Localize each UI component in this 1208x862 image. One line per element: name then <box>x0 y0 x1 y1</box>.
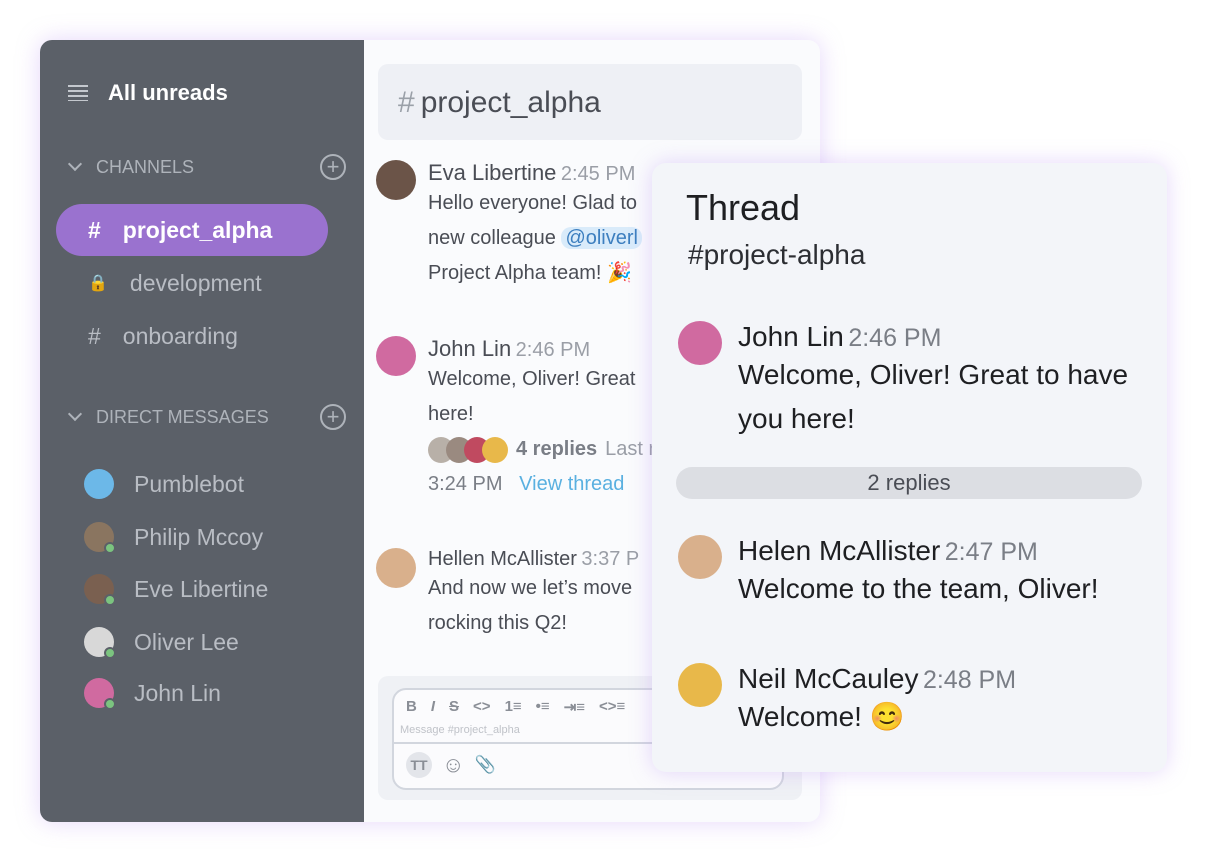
avatar <box>678 663 722 707</box>
thread-message: John Lin 2:46 PM Welcome, Oliver! Great t… <box>678 321 1148 441</box>
online-status <box>104 698 116 710</box>
dm-section[interactable]: DIRECT MESSAGES + <box>66 404 346 430</box>
sidebar-channel-onboarding[interactable]: # onboarding <box>56 310 328 362</box>
online-status <box>104 594 116 606</box>
avatar <box>376 548 416 588</box>
replies-divider: 2 replies <box>676 467 1142 499</box>
hash-icon: # <box>88 322 101 349</box>
list-icon <box>68 85 88 101</box>
code-button[interactable]: <> <box>473 698 491 716</box>
all-unreads[interactable]: All unreads <box>68 80 228 106</box>
bold-button[interactable]: B <box>406 698 417 716</box>
hash-icon: # <box>88 216 101 243</box>
avatar <box>84 574 116 606</box>
thread-message: Neil McCauley 2:48 PM Welcome! 😊 <box>678 663 1148 739</box>
view-thread-link[interactable]: View thread <box>519 473 624 495</box>
strikethrough-button[interactable]: S <box>449 698 459 716</box>
thread-message: Helen McAllister 2:47 PM Welcome to the t… <box>678 535 1148 611</box>
text-format-icon[interactable]: TT <box>406 752 432 778</box>
sidebar: All unreads CHANNELS + # project_alpha 🔒 de… <box>40 40 364 822</box>
avatar <box>678 535 722 579</box>
add-channel-button[interactable]: + <box>320 154 346 180</box>
dm-john-lin[interactable]: John Lin <box>84 678 221 710</box>
dm-eve-libertine[interactable]: Eve Libertine <box>84 574 268 606</box>
avatar <box>84 627 116 659</box>
bullet-list-button[interactable]: •≡ <box>536 698 550 716</box>
avatar <box>376 160 416 200</box>
mention[interactable]: @oliverl <box>561 227 642 249</box>
online-status <box>104 542 116 554</box>
avatar <box>84 522 116 554</box>
attach-icon[interactable]: 📎 <box>474 755 495 775</box>
add-dm-button[interactable]: + <box>320 404 346 430</box>
channels-section[interactable]: CHANNELS + <box>66 154 346 180</box>
channel-header: # project_alpha <box>378 64 802 140</box>
lock-icon: 🔒 <box>88 275 108 292</box>
emoji-icon[interactable]: ☺ <box>442 752 464 778</box>
italic-button[interactable]: I <box>431 698 435 716</box>
dm-pumblebot[interactable]: Pumblebot <box>84 469 244 499</box>
bot-avatar <box>84 469 114 499</box>
avatar <box>678 321 722 365</box>
sidebar-channel-development[interactable]: 🔒 development <box>56 257 328 309</box>
chevron-down-icon <box>67 406 83 422</box>
ordered-list-button[interactable]: 1≡ <box>505 698 522 716</box>
code-block-button[interactable]: <>≡ <box>599 698 625 716</box>
chevron-down-icon <box>67 156 83 172</box>
reply-avatars <box>428 436 508 463</box>
indent-button[interactable]: ⇥≡ <box>564 698 585 716</box>
avatar <box>84 678 116 710</box>
thread-title: Thread <box>686 187 801 228</box>
thread-panel: Thread #project-alpha John Lin 2:46 PM We… <box>652 163 1167 772</box>
dm-oliver-lee[interactable]: Oliver Lee <box>84 627 239 659</box>
sidebar-channel-project-alpha[interactable]: # project_alpha <box>56 204 328 256</box>
avatar <box>376 336 416 376</box>
replies-count[interactable]: 4 replies <box>516 432 597 467</box>
online-status <box>104 647 116 659</box>
thread-channel[interactable]: #project-alpha <box>688 239 865 271</box>
dm-philip-mccoy[interactable]: Philip Mccoy <box>84 522 263 554</box>
